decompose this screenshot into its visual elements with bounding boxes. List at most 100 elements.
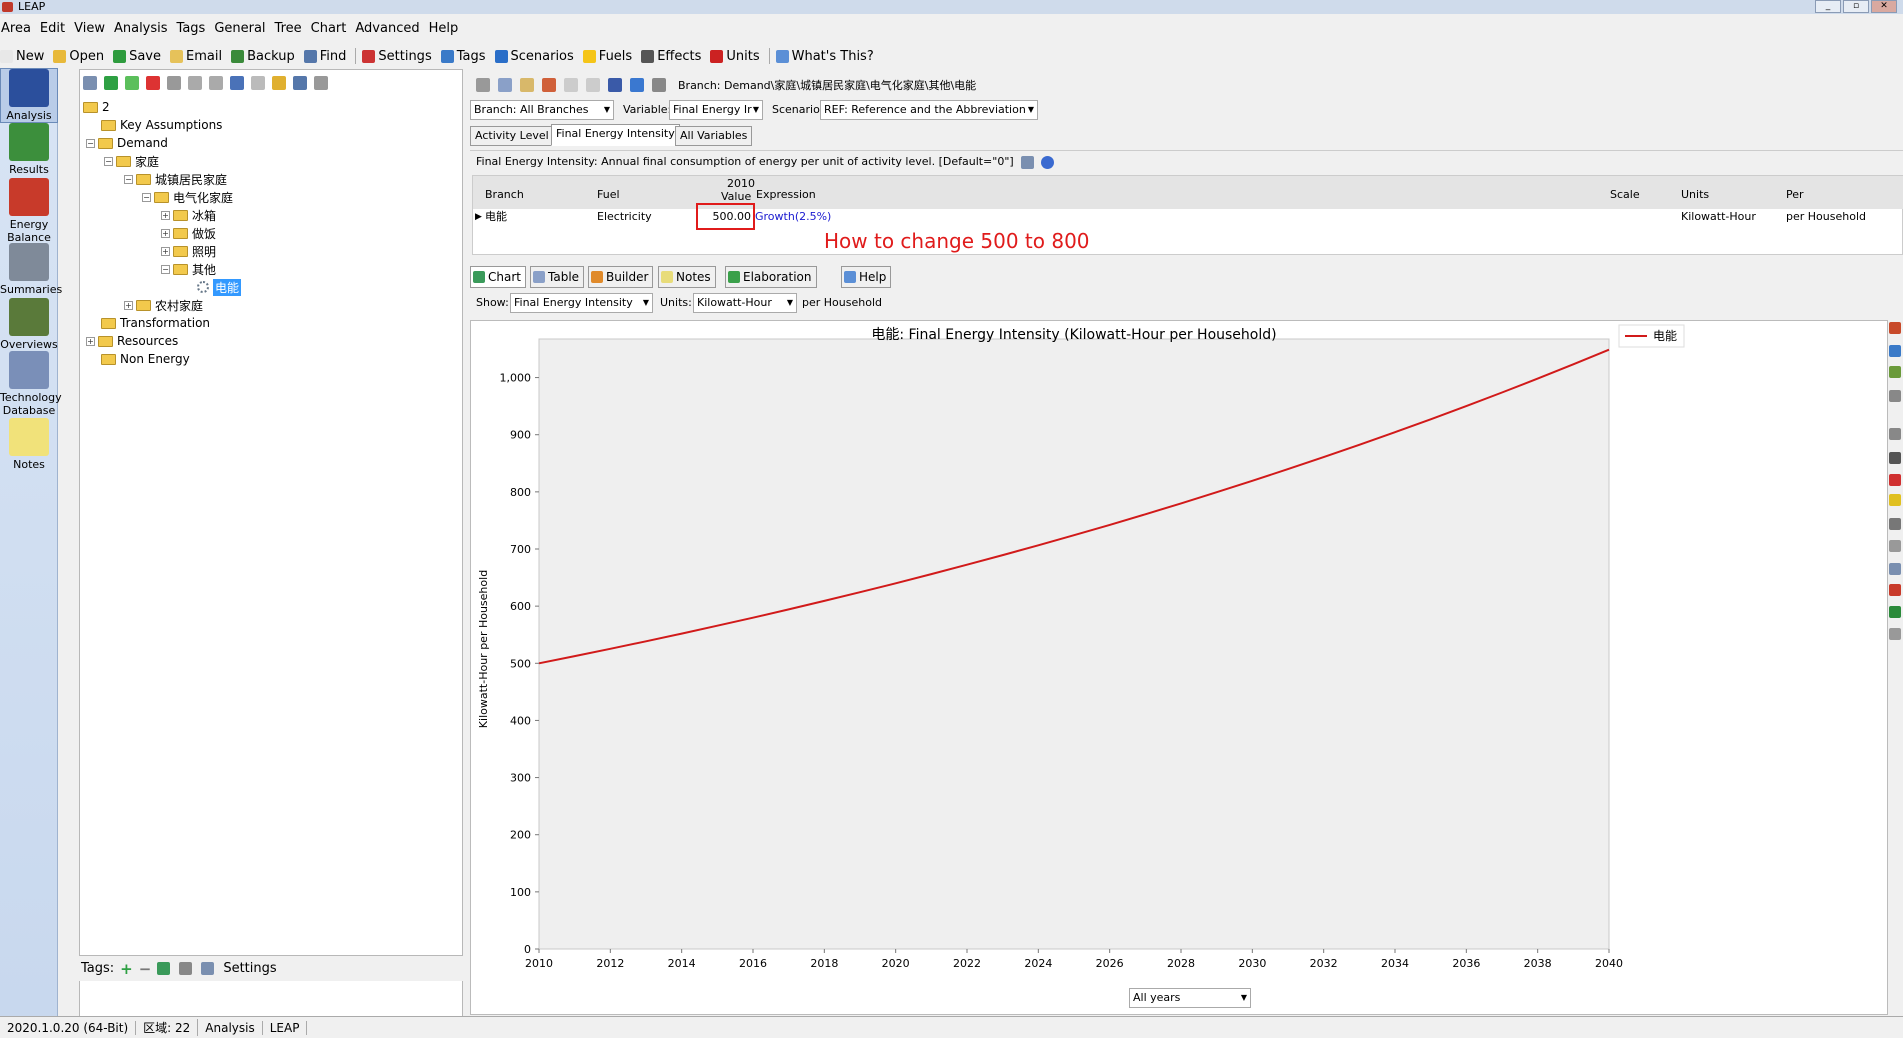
font-larger-icon[interactable] <box>564 78 578 92</box>
backup-button[interactable]: Backup <box>231 49 295 64</box>
add-branch-icon[interactable] <box>104 76 118 90</box>
units-select[interactable]: Kilowatt-Hour <box>693 293 797 313</box>
tree-item-fridge[interactable]: + 冰箱 <box>161 207 216 223</box>
chart-pie-icon[interactable] <box>1889 366 1901 378</box>
sort-icon[interactable] <box>293 76 307 90</box>
close-button[interactable]: ✕ <box>1871 0 1897 13</box>
branch-select[interactable]: Branch: All Branches <box>470 100 614 120</box>
expand-icon[interactable]: + <box>161 210 170 220</box>
units-button[interactable]: Units <box>710 49 760 64</box>
what-s-this-button[interactable]: What's This? <box>775 49 874 64</box>
chart-type-icon[interactable] <box>1889 322 1901 334</box>
back-arrow-icon[interactable] <box>630 78 644 92</box>
people-icon[interactable] <box>608 78 622 92</box>
notes-edit-icon[interactable] <box>1021 155 1035 169</box>
tools-icon[interactable] <box>1889 628 1901 640</box>
tree-item-cooking[interactable]: + 做饭 <box>161 225 216 241</box>
collapse-icon[interactable]: − <box>142 192 151 202</box>
misc-icon[interactable] <box>314 76 328 90</box>
add-icon[interactable] <box>476 78 490 92</box>
row-per[interactable]: per Household <box>1786 209 1866 225</box>
save-button[interactable]: Save <box>113 49 161 64</box>
minimize-button[interactable]: _ <box>1815 0 1841 13</box>
tab-chart[interactable]: Chart <box>470 266 526 288</box>
find-button[interactable]: Find <box>303 49 346 64</box>
menu-analysis[interactable]: Analysis <box>113 21 176 36</box>
menu-tree[interactable]: Tree <box>274 21 310 36</box>
tree-properties-icon[interactable] <box>83 76 97 90</box>
tag-settings-button[interactable]: Settings <box>223 961 276 976</box>
menu-area[interactable]: Area <box>0 21 39 36</box>
tags-button[interactable]: Tags <box>440 49 486 64</box>
tab-help[interactable]: Help <box>841 266 892 288</box>
collapse-icon[interactable]: − <box>124 174 133 184</box>
row-units[interactable]: Kilowatt-Hour <box>1681 209 1756 225</box>
view-notes[interactable]: Notes <box>0 418 58 471</box>
view-technology-database[interactable]: Technology Database <box>0 351 62 417</box>
tree-item-electricity[interactable]: 电能 <box>197 278 242 296</box>
tree-item-urban-household[interactable]: − 城镇居民家庭 <box>124 171 227 187</box>
view-analysis[interactable]: Analysis <box>0 68 58 123</box>
menu-chart[interactable]: Chart <box>310 21 355 36</box>
effects-button[interactable]: Effects <box>641 49 701 64</box>
row-expression-cell[interactable]: Growth(2.5%) <box>755 209 831 225</box>
number-format-icon[interactable] <box>1889 494 1901 506</box>
move-down-icon[interactable] <box>209 76 223 90</box>
delete-branch-icon[interactable] <box>146 76 160 90</box>
open-button[interactable]: Open <box>53 49 104 64</box>
view-overviews[interactable]: Overviews <box>0 298 58 351</box>
tab-elaboration[interactable]: Elaboration <box>725 266 817 288</box>
log-scale-icon[interactable] <box>1889 390 1901 402</box>
tree-item-lighting[interactable]: + 照明 <box>161 243 216 259</box>
menu-general[interactable]: General <box>213 21 273 36</box>
tree-item-non-energy[interactable]: Non Energy <box>101 351 190 367</box>
menu-view[interactable]: View <box>73 21 113 36</box>
maximize-button[interactable]: ▫ <box>1843 0 1869 13</box>
scenario-select[interactable]: REF: Reference and the Abbreviation <box>820 100 1038 120</box>
help-icon[interactable] <box>1040 155 1054 169</box>
tab-table[interactable]: Table <box>530 266 585 288</box>
copy-chart-icon[interactable] <box>1889 563 1901 575</box>
tree-root[interactable]: 2 <box>83 99 110 115</box>
print-icon[interactable] <box>1889 540 1901 552</box>
powerpoint-icon[interactable] <box>1889 584 1901 596</box>
font-smaller-icon[interactable] <box>586 78 600 92</box>
export-icon[interactable] <box>542 78 556 92</box>
expand-icon[interactable]: + <box>161 246 170 256</box>
variable-select[interactable]: Final Energy Ir <box>669 100 763 120</box>
tag-settings-icon[interactable] <box>201 962 215 975</box>
collapse-icon[interactable] <box>167 76 181 90</box>
tag-palette-icon[interactable] <box>157 962 171 975</box>
view-summaries[interactable]: Summaries <box>0 243 62 296</box>
tree-item-transformation[interactable]: Transformation <box>101 315 210 331</box>
outline-icon[interactable] <box>230 76 244 90</box>
tree-item-household[interactable]: − 家庭 <box>104 153 159 169</box>
collapse-icon[interactable]: − <box>161 264 170 274</box>
menu-edit[interactable]: Edit <box>39 21 73 36</box>
view-results[interactable]: Results <box>0 123 58 176</box>
tab-builder[interactable]: Builder <box>588 266 654 288</box>
expand-icon[interactable]: + <box>124 300 133 310</box>
tree-item-rural-household[interactable]: + 农村家庭 <box>124 297 203 313</box>
tab-all-variables[interactable]: All Variables <box>675 126 753 146</box>
tree-item-demand[interactable]: − Demand <box>86 135 168 151</box>
expand-icon[interactable]: + <box>86 336 95 346</box>
add-tag-icon[interactable]: + <box>120 960 133 978</box>
fuels-button[interactable]: Fuels <box>582 49 632 64</box>
email-button[interactable]: Email <box>170 49 222 64</box>
3d-icon[interactable] <box>1889 428 1901 440</box>
forward-arrow-icon[interactable] <box>652 78 666 92</box>
collapse-icon[interactable]: − <box>104 156 113 166</box>
lock-icon[interactable] <box>272 76 286 90</box>
copy-icon[interactable] <box>498 78 512 92</box>
tree-item-key-assumptions[interactable]: Key Assumptions <box>101 117 222 133</box>
remove-tag-icon[interactable]: − <box>139 960 152 978</box>
tree-item-resources[interactable]: + Resources <box>86 333 178 349</box>
chart-axis-icon[interactable] <box>1889 345 1901 357</box>
new-button[interactable]: New <box>0 49 44 64</box>
menu-advanced[interactable]: Advanced <box>354 21 427 36</box>
tab-notes[interactable]: Notes <box>658 266 716 288</box>
view-energy-balance[interactable]: Energy Balance <box>0 178 58 244</box>
options-icon[interactable] <box>1889 518 1901 530</box>
legend-icon[interactable] <box>1889 452 1901 464</box>
